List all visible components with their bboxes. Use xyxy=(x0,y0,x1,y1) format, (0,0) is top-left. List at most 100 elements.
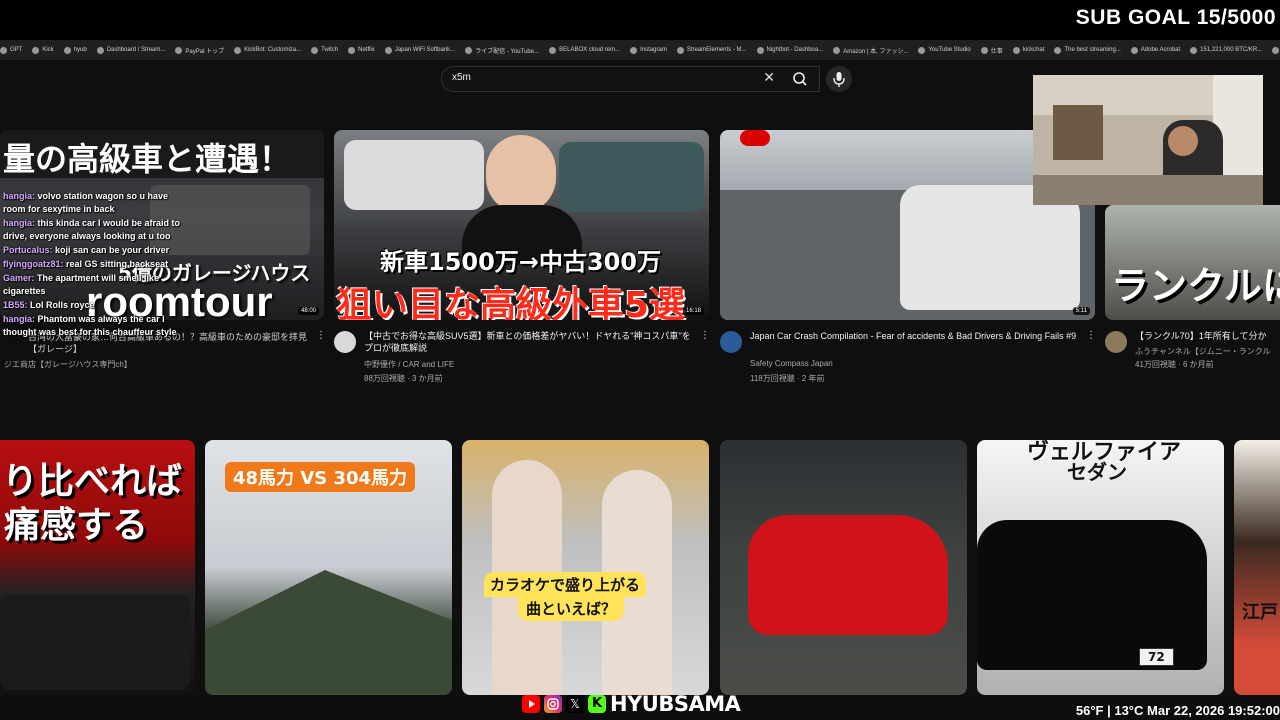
bookmark-item[interactable]: Dashboard / Stream... xyxy=(96,46,166,54)
bookmark-label: Kick xyxy=(42,47,54,53)
jeep-image xyxy=(0,595,190,690)
bookmark-label: Amazon | 本, ファッシ... xyxy=(843,48,909,55)
video-meta: 88万回視聴 · 3 か月前 xyxy=(364,374,443,383)
bookmark-favicon-icon xyxy=(175,46,183,54)
bookmark-item[interactable]: Nightbot - Dashboa... xyxy=(756,46,823,54)
channel-avatar[interactable] xyxy=(1105,331,1127,353)
bookmark-item[interactable]: kickchat xyxy=(1012,46,1045,54)
video-thumbnail-4[interactable]: ランクルに1 xyxy=(1105,205,1280,320)
bookmark-label: Twitch xyxy=(321,47,339,53)
video-thumbnail-9[interactable]: ヴェルファイア セダン 72 xyxy=(977,440,1224,695)
duration-badge: 5:11 xyxy=(1072,307,1090,315)
channel-avatar[interactable] xyxy=(720,331,742,353)
thumb-overlay-b: 痛感する xyxy=(4,505,149,546)
video-thumbnail-2[interactable]: 新車1500万→中古300万 狙い目な高級外車5選 16:18 xyxy=(334,130,709,320)
channel-name[interactable]: ジエ商店【ガレージハウス専門ch】 xyxy=(4,359,132,370)
bookmark-favicon-icon xyxy=(1054,46,1062,54)
video-title[interactable]: 【中古でお得な高級SUV5選】新車との価格差がヤバい！ドヤれる"神コスパ車"をプ… xyxy=(364,330,694,354)
video-thumbnail-7[interactable]: カラオケで盛り上がる 曲といえば？ xyxy=(462,440,709,695)
bookmark-label: 仕事 xyxy=(990,48,1003,55)
bookmark-label: Japan WiFi Softbank... xyxy=(394,47,456,53)
bookmark-item[interactable]: Instagram xyxy=(630,46,667,54)
chat-message: Portucalus: koji san can be your driver xyxy=(3,244,183,257)
video-thumbnail-8[interactable] xyxy=(720,440,967,695)
thumb-overlay-top: 量の高級車と遭遇！ xyxy=(3,140,292,178)
video-thumbnail-5[interactable]: り比べれば 痛感する xyxy=(0,440,195,695)
bookmark-label: ライブ配信 - YouTube... xyxy=(475,48,540,55)
bookmark-item[interactable]: Japan WiFi Softbank... xyxy=(384,46,456,54)
chat-message: hangia: Phantom was always the car I tho… xyxy=(3,313,183,339)
bookmark-item[interactable]: ライブ配信 - YouTube... xyxy=(465,46,539,55)
video-meta: 41万回視聴 · 6 か月前 xyxy=(1135,360,1214,369)
video-thumbnail-10[interactable]: 江戸 xyxy=(1234,440,1280,695)
social-brand: 𝕏 K HYUBSAMA xyxy=(522,692,741,716)
mic-icon xyxy=(833,72,845,87)
chat-username: flyinggoatz81: xyxy=(3,259,64,269)
bookmark-item[interactable]: Amazon | 本, ファッシ... xyxy=(833,46,908,55)
bookmark-favicon-icon xyxy=(1012,46,1020,54)
chat-message: hangia: volvo station wagon so u have ro… xyxy=(3,190,183,216)
bookmark-item[interactable]: StreamElements - M... xyxy=(676,46,747,54)
bookmark-label: Adobe Acrobat xyxy=(1140,47,1181,53)
search-input[interactable]: x5m xyxy=(452,72,471,83)
stream-chat: hangia: volvo station wagon so u have ro… xyxy=(3,190,183,340)
search-box[interactable]: x5m ✕ xyxy=(441,66,820,92)
chat-message: Gamer: The apartment will smell like cig… xyxy=(3,272,183,298)
chat-message: flyinggoatz81: real GS sitting backseat xyxy=(3,258,183,271)
bookmark-label: PayPal トップ xyxy=(185,48,225,55)
duration-badge: 48:00 xyxy=(297,307,319,315)
channel-name[interactable]: ふうチャンネル【ジムニー・ランクル xyxy=(1135,346,1280,357)
channel-avatar[interactable] xyxy=(334,331,356,353)
video-title[interactable]: Japan Car Crash Compilation - Fear of ac… xyxy=(750,330,1080,342)
bookmark-favicon-icon xyxy=(1272,46,1280,54)
bookmark-favicon-icon xyxy=(630,46,638,54)
bookmark-favicon-icon xyxy=(384,46,392,54)
bookmark-item[interactable]: 仕事 xyxy=(980,46,1003,55)
more-vert-icon[interactable]: ⋮ xyxy=(1086,330,1096,341)
bookmark-item[interactable]: Kick xyxy=(32,46,54,54)
thumb-overlay-a: 48馬力 VS 304馬力 xyxy=(225,462,416,492)
video-thumbnail-6[interactable]: 48馬力 VS 304馬力 xyxy=(205,440,452,695)
teal-car-image xyxy=(559,142,704,212)
search-button[interactable] xyxy=(787,69,813,89)
bookmark-label: StreamElements - M... xyxy=(686,47,747,53)
bookmark-favicon-icon xyxy=(1130,46,1138,54)
more-vert-icon[interactable]: ⋮ xyxy=(316,330,326,341)
bookmark-favicon-icon xyxy=(311,46,319,54)
bookmark-favicon-icon xyxy=(676,46,684,54)
more-vert-icon[interactable]: ⋮ xyxy=(700,330,710,341)
bookmark-label: The best streaming... xyxy=(1064,47,1121,53)
close-icon[interactable]: ✕ xyxy=(763,70,775,86)
voice-search-button[interactable] xyxy=(826,66,852,92)
bookmark-item[interactable]: Netflix xyxy=(348,46,375,54)
bookmark-favicon-icon xyxy=(918,46,926,54)
bookmark-item[interactable]: Adobe Acrobat xyxy=(1130,46,1181,54)
video-title[interactable]: 【ランクル70】1年所有して分か xyxy=(1135,330,1280,342)
bookmark-item[interactable]: The best streaming... xyxy=(1054,46,1121,54)
license-plate: 72 xyxy=(1139,648,1174,666)
channel-name[interactable]: Safety Compass Japan xyxy=(750,359,833,368)
bookmark-favicon-icon xyxy=(980,46,988,54)
bookmark-label: Instagram xyxy=(640,47,667,53)
bookmark-favicon-icon xyxy=(756,46,764,54)
bookmark-item[interactable]: hyub xyxy=(63,46,87,54)
chat-username: hangia: xyxy=(3,314,36,324)
chat-username: hangia: xyxy=(3,191,36,201)
bookmark-label: kickchat xyxy=(1022,47,1045,53)
bookmarks-bar: GPT Kick hyub Dashboard / Stream... PayPal ト… xyxy=(0,40,1280,60)
bookmark-item[interactable]: [SUUMO] U R B I... xyxy=(1272,46,1280,54)
channel-name[interactable]: 中野優作 / CAR and LIFE xyxy=(364,359,454,370)
bookmark-item[interactable]: KickBot: Customiza... xyxy=(234,46,301,54)
bookmark-label: Netflix xyxy=(358,47,375,53)
bookmark-favicon-icon xyxy=(1190,46,1198,54)
bookmark-item[interactable]: 151,221,000 BTC/KR... xyxy=(1190,46,1262,54)
bookmark-item[interactable]: Twitch xyxy=(311,46,339,54)
bookmark-item[interactable]: GPT xyxy=(0,46,22,54)
stream-top-bar: SUB GOAL 15/5000 xyxy=(0,0,1280,40)
bookmark-label: YouTube Studio xyxy=(928,47,971,53)
bookmark-item[interactable]: BELABOX cloud rem... xyxy=(549,46,620,54)
bookmark-item[interactable]: YouTube Studio xyxy=(918,46,971,54)
white-suv-image xyxy=(344,140,484,210)
bookmark-item[interactable]: PayPal トップ xyxy=(175,46,224,55)
bookmark-label: Dashboard / Stream... xyxy=(106,47,166,53)
